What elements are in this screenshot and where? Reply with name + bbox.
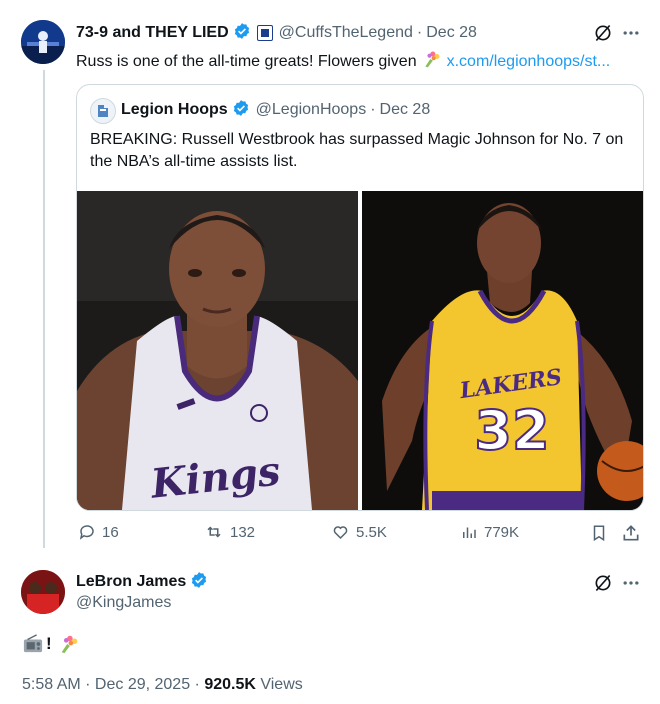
avatar-cuffs[interactable]	[21, 20, 65, 64]
westbrook-photo[interactable]: Kings	[77, 191, 358, 510]
share-icon[interactable]	[620, 522, 642, 544]
quote-text: BREAKING: Russell Westbrook has surpasse…	[90, 131, 624, 170]
tweet-link[interactable]: x.com/legionhoops/st...	[447, 53, 611, 71]
bookmark-icon[interactable]	[589, 522, 609, 544]
tweet-date[interactable]: Dec 28	[426, 24, 477, 42]
reply-button[interactable]: 16	[78, 523, 119, 541]
quote-handle[interactable]: @LegionHoops	[256, 101, 367, 119]
magic-jersey-number: 32	[474, 399, 549, 462]
more-icon[interactable]	[620, 572, 642, 594]
repost-icon	[204, 523, 224, 541]
reply-views-count: 920.5K	[204, 676, 256, 693]
handle-cuffs[interactable]: @CuffsTheLegend	[279, 24, 413, 42]
views-count: 779K	[484, 523, 520, 541]
verified-badge-icon	[232, 99, 250, 122]
like-icon	[331, 523, 350, 541]
views-button[interactable]: 779K	[460, 523, 519, 541]
thread-line	[43, 70, 45, 548]
quote-date[interactable]: Dec 28	[380, 101, 431, 119]
repost-count: 132	[230, 523, 256, 541]
bouquet-icon	[58, 633, 80, 655]
reply-count: 16	[102, 523, 119, 541]
tweet-text: Russ is one of the all-time greats! Flow…	[76, 52, 417, 70]
grok-icon[interactable]	[592, 572, 614, 594]
quote-display-name[interactable]: Legion Hoops	[121, 101, 228, 119]
quote-tweet-card[interactable]: Legion Hoops @LegionHoops · Dec 28 BREAK…	[76, 84, 644, 511]
reply-text: !	[46, 634, 52, 653]
avatar-lebron[interactable]	[21, 570, 65, 614]
reply-timestamp[interactable]: 5:58 AM · Dec 29, 2025 ·	[22, 676, 204, 694]
views-icon	[460, 523, 478, 541]
separator-dot: ·	[416, 24, 423, 41]
display-name-lebron[interactable]: LeBron James	[76, 573, 186, 591]
grok-icon[interactable]	[592, 22, 614, 44]
affiliate-badge-icon	[256, 25, 273, 41]
repost-button[interactable]: 132	[204, 523, 255, 541]
reply-icon	[78, 523, 96, 541]
handle-lebron[interactable]: @KingJames	[76, 594, 171, 612]
magic-johnson-photo[interactable]: LAKERS 32	[362, 191, 643, 510]
reply-views-label: Views	[255, 676, 303, 693]
radio-icon	[22, 634, 44, 654]
separator-dot: ·	[370, 101, 376, 118]
verified-badge-icon	[190, 571, 208, 594]
avatar-legion-hoops[interactable]	[90, 98, 116, 124]
bouquet-icon	[422, 49, 442, 74]
like-count: 5.5K	[356, 523, 387, 541]
display-name-cuffs[interactable]: 73-9 and THEY LIED	[76, 24, 229, 42]
like-button[interactable]: 5.5K	[331, 523, 387, 541]
more-icon[interactable]	[620, 22, 642, 44]
verified-badge-icon	[233, 22, 251, 45]
